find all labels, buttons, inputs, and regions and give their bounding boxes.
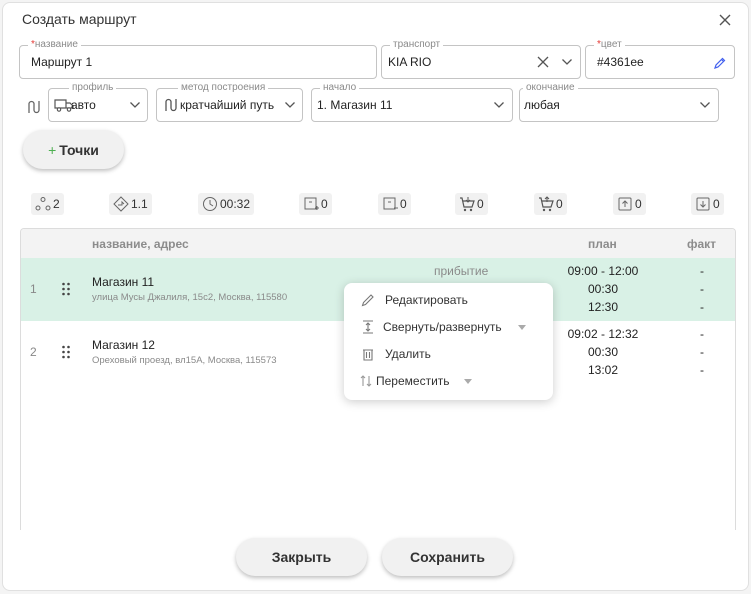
point-address: Ореховый проезд, вл15А, Москва, 115573 [92, 355, 277, 366]
profile-select[interactable]: профиль авто [48, 82, 148, 122]
method-label: метод построения [178, 82, 269, 94]
plan-times: 09:02 - 12:32 00:30 13:02 [567, 327, 639, 377]
clear-icon[interactable] [537, 56, 549, 68]
route-name-value: Маршрут 1 [31, 55, 93, 69]
box-up-icon [618, 197, 632, 211]
col-plan: план [588, 237, 617, 251]
expand-collapse-icon [363, 320, 373, 334]
move-arrows-icon [360, 375, 372, 387]
end-select[interactable]: окончание любая [519, 82, 719, 122]
stat-loading-add: 0 [299, 193, 332, 215]
trash-icon [363, 349, 373, 361]
plus-icon: + [48, 141, 57, 158]
map-pin-remove-icon [383, 197, 398, 210]
stat-cart-unload: 0 [534, 193, 567, 215]
add-points-button[interactable]: + Точки [23, 130, 124, 169]
end-label: окончание [523, 82, 578, 94]
chevron-down-icon[interactable] [493, 101, 505, 109]
fact-times: - - - [700, 327, 704, 377]
method-select[interactable]: метод построения кратчайший путь [156, 82, 303, 122]
nodes-icon [35, 197, 51, 211]
cart-unload-icon [539, 196, 554, 212]
caret-down-icon [464, 379, 472, 384]
point-name: Магазин 12 [92, 338, 155, 352]
transport-select[interactable]: транспорт KIA RIO [381, 39, 581, 79]
drag-handle-icon[interactable] [61, 281, 71, 297]
pencil-icon [361, 294, 374, 307]
route-icon [165, 98, 177, 112]
menu-item-move[interactable]: Переместить [344, 368, 553, 395]
start-select[interactable]: начало 1. Магазин 11 [311, 82, 513, 122]
close-icon[interactable] [717, 12, 733, 28]
create-route-dialog: Создать маршрут *название Маршрут 1 тран… [2, 2, 749, 591]
dialog-title: Создать маршрут [22, 11, 137, 27]
point-address: улица Мусы Джалиля, 15с2, Москва, 115580 [92, 292, 288, 303]
chevron-down-icon[interactable] [284, 101, 296, 109]
caret-down-icon [518, 325, 526, 330]
color-picker-icon[interactable] [713, 56, 727, 70]
menu-item-delete[interactable]: Удалить [344, 341, 553, 368]
stat-cart-load: 0 [455, 193, 488, 215]
stat-loading-remove: 0 [378, 193, 411, 215]
points-button-label: Точки [59, 141, 99, 158]
stat-distance: 1.1 [109, 193, 152, 215]
transport-label: транспорт [390, 39, 444, 51]
chevron-down-icon[interactable] [561, 58, 573, 66]
drag-handle-icon[interactable] [61, 344, 71, 360]
point-name: Магазин 11 [92, 275, 155, 289]
stat-duration: 00:32 [198, 193, 255, 215]
fact-times: - - - [700, 264, 704, 314]
menu-item-collapse[interactable]: Свернуть/развернуть [344, 314, 553, 341]
chevron-down-icon[interactable] [129, 101, 141, 109]
close-button[interactable]: Закрыть [236, 538, 367, 576]
box-down-icon [696, 197, 710, 211]
profile-label: профиль [69, 82, 117, 94]
color-label: цвет [600, 39, 622, 50]
transport-value: KIA RIO [388, 55, 432, 69]
route-name-label: название [34, 39, 78, 50]
chevron-down-icon[interactable] [699, 101, 711, 109]
plan-times: 09:00 - 12:00 00:30 12:30 [567, 264, 639, 314]
menu-item-edit[interactable]: Редактировать [344, 287, 553, 314]
table-header: название, адрес план факт [21, 229, 735, 258]
arrival-label: прибытие [434, 264, 489, 278]
route-name-field[interactable]: *название Маршрут 1 [19, 39, 377, 79]
stat-box-up: 0 [613, 193, 646, 215]
start-value: 1. Магазин 11 [317, 98, 393, 112]
map-pin-add-icon [304, 197, 319, 210]
cart-load-icon [460, 197, 475, 212]
profile-value: авто [71, 98, 96, 112]
col-name: название, адрес [92, 237, 189, 251]
method-value: кратчайший путь [180, 98, 275, 112]
stat-box-down: 0 [691, 193, 724, 215]
context-menu: Редактировать Свернуть/развернуть Удалит… [344, 283, 553, 400]
start-label: начало [320, 82, 360, 94]
row-number: 1 [30, 282, 37, 296]
row-number: 2 [30, 345, 37, 359]
clock-icon [203, 197, 217, 211]
color-field[interactable]: *цвет #4361ee [585, 39, 735, 79]
col-fact: факт [687, 237, 717, 251]
stat-points: 2 [31, 193, 64, 215]
color-value: #4361ee [597, 55, 644, 69]
route-icon [28, 100, 40, 114]
end-value: любая [524, 98, 560, 112]
route-diamond-icon [113, 196, 129, 212]
save-button[interactable]: Сохранить [382, 538, 513, 576]
